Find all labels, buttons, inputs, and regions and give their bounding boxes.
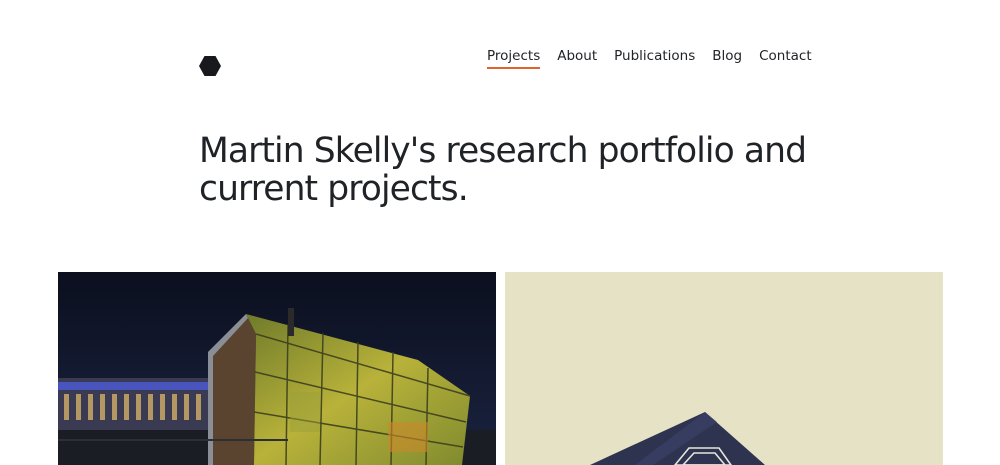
project-card-greenhouse[interactable] [58, 272, 496, 465]
hexagon-logo-icon[interactable] [199, 56, 221, 76]
nav-about[interactable]: About [557, 48, 597, 69]
nav-publications[interactable]: Publications [614, 48, 695, 69]
project-card-box[interactable] [505, 272, 943, 465]
dark-box-on-cream-photo [505, 272, 943, 465]
night-greenhouse-photo [58, 272, 496, 465]
nav-projects[interactable]: Projects [487, 48, 541, 69]
nav-contact[interactable]: Contact [759, 48, 812, 69]
page-headline: Martin Skelly's research portfolio and c… [199, 131, 807, 209]
main-nav: Projects About Publications Blog Contact [487, 48, 812, 69]
nav-blog[interactable]: Blog [712, 48, 742, 69]
